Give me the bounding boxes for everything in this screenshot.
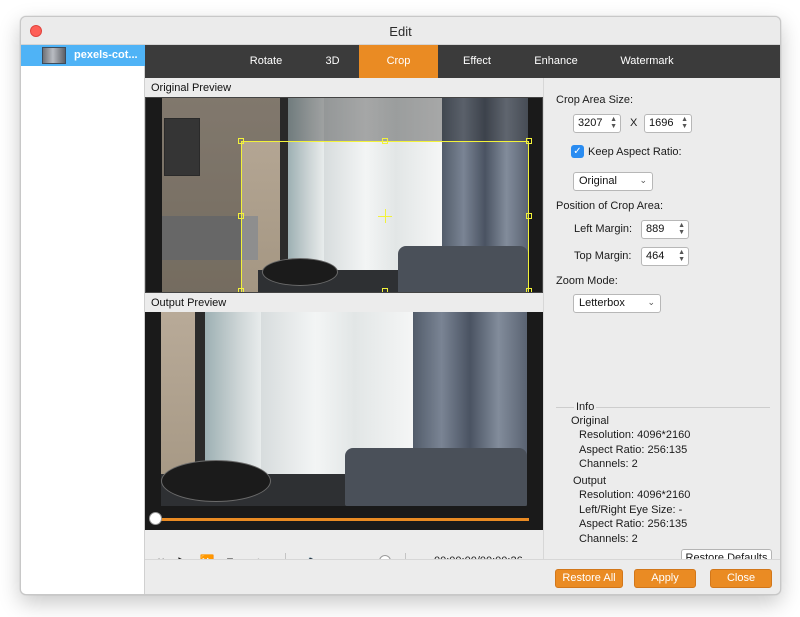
zoom-mode-select[interactable]: Letterbox ⌄ <box>573 294 661 313</box>
info-original-heading: Original <box>571 415 609 427</box>
crop-width-field[interactable]: 3207 ▲ ▼ <box>573 114 621 133</box>
info-output-eye-size: Left/Right Eye Size: - <box>579 504 683 516</box>
crop-handle-right[interactable] <box>526 213 532 219</box>
crop-area-size-label: Crop Area Size: <box>556 94 634 106</box>
crop-size-separator: X <box>630 117 638 129</box>
output-preview-label: Output Preview <box>151 297 227 309</box>
top-margin-field[interactable]: 464 ▲ ▼ <box>641 247 689 266</box>
info-original-channels: Channels: 2 <box>579 458 638 470</box>
edit-tab-bar: Rotate 3D Crop Effect Enhance Watermark <box>145 45 780 78</box>
tab-crop[interactable]: Crop <box>359 45 438 78</box>
stepper-icon[interactable]: ▲ ▼ <box>681 116 688 130</box>
left-margin-label: Left Margin: <box>574 223 633 235</box>
stepper-icon[interactable]: ▲ ▼ <box>678 222 685 236</box>
crop-height-field[interactable]: 1696 ▲ ▼ <box>644 114 692 133</box>
window-title: Edit <box>389 24 412 39</box>
crop-handle-top-left[interactable] <box>238 138 244 144</box>
chevron-down-icon: ⌄ <box>647 297 655 307</box>
tab-3d[interactable]: 3D <box>315 45 350 78</box>
info-output-channels: Channels: 2 <box>579 533 638 545</box>
restore-all-button[interactable]: Restore All <box>555 569 623 588</box>
seek-track[interactable] <box>154 518 529 521</box>
tab-enhance[interactable]: Enhance <box>525 45 587 78</box>
crop-handle-left[interactable] <box>238 213 244 219</box>
original-preview-label: Original Preview <box>151 82 232 94</box>
tab-effect[interactable]: Effect <box>453 45 501 78</box>
close-button[interactable]: Close <box>710 569 772 588</box>
left-margin-field[interactable]: 889 ▲ ▼ <box>641 220 689 239</box>
top-margin-label: Top Margin: <box>574 250 632 262</box>
crop-handle-bottom[interactable] <box>382 288 388 292</box>
info-output-heading: Output <box>573 475 607 487</box>
output-preview <box>145 312 543 530</box>
info-title: Info <box>574 401 597 413</box>
crop-position-label: Position of Crop Area: <box>556 200 664 212</box>
keep-aspect-label: Keep Aspect Ratio: <box>588 146 682 158</box>
original-preview[interactable] <box>145 97 543 293</box>
crop-handle-top[interactable] <box>382 138 388 144</box>
output-video-frame <box>161 312 527 506</box>
edit-window: Edit pexels-cot... Rotate 3D Crop Effect… <box>20 16 781 595</box>
title-bar: Edit <box>21 17 780 45</box>
crop-handle-bottom-right[interactable] <box>526 288 532 292</box>
info-output-aspect: Aspect Ratio: 256:135 <box>579 518 688 530</box>
zoom-mode-label: Zoom Mode: <box>556 275 618 287</box>
tab-watermark[interactable]: Watermark <box>611 45 683 78</box>
crop-handle-bottom-left[interactable] <box>238 288 244 292</box>
aspect-ratio-select[interactable]: Original ⌄ <box>573 172 653 191</box>
file-name-label: pexels-cot... <box>74 49 138 61</box>
info-output-resolution: Resolution: 4096*2160 <box>579 489 691 501</box>
stepper-icon[interactable]: ▲ ▼ <box>610 116 617 130</box>
apply-button[interactable]: Apply <box>634 569 696 588</box>
file-list-item[interactable]: pexels-cot... <box>21 45 145 66</box>
info-original-aspect: Aspect Ratio: 256:135 <box>579 444 688 456</box>
crop-settings-panel: Crop Area Size: 3207 ▲ ▼ X 1696 ▲ ▼ ✓ Keep… <box>543 78 780 574</box>
keep-aspect-checkbox[interactable]: ✓ <box>571 145 584 158</box>
stepper-icon[interactable]: ▲ ▼ <box>678 249 685 263</box>
preview-area: Original Preview Output Preview <box>145 78 543 592</box>
tab-rotate[interactable]: Rotate <box>235 45 297 78</box>
seek-thumb[interactable] <box>149 512 162 525</box>
crop-handle-top-right[interactable] <box>526 138 532 144</box>
info-original-resolution: Resolution: 4096*2160 <box>579 429 691 441</box>
file-list-sidebar: pexels-cot... <box>21 45 145 594</box>
video-thumbnail <box>42 47 66 64</box>
footer-bar: Restore All Apply Close <box>145 559 780 594</box>
chevron-down-icon: ⌄ <box>639 175 647 185</box>
